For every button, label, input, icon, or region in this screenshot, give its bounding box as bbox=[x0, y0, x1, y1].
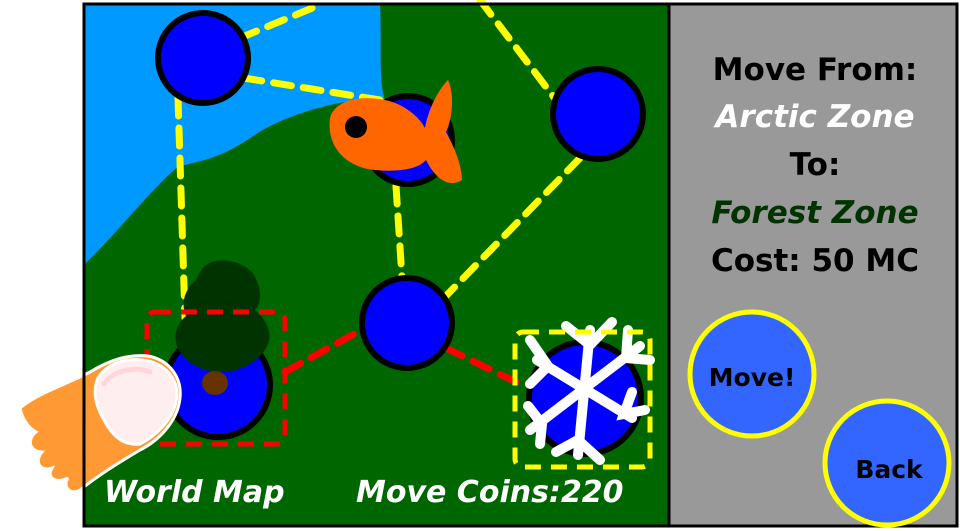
game-screen: World Map Move Coins:220 Move From: Arct… bbox=[18, 0, 959, 528]
origin-zone-name: Arctic Zone bbox=[712, 99, 914, 135]
back-button[interactable]: Back bbox=[822, 398, 952, 528]
move-panel: Move From: Arctic Zone To: Forest Zone C… bbox=[667, 2, 959, 528]
move-coins-readout: Move Coins:220 bbox=[356, 475, 624, 510]
destination-zone-name: Forest Zone bbox=[711, 195, 918, 231]
back-button-label: Back bbox=[855, 455, 924, 484]
zone-node[interactable] bbox=[359, 275, 455, 371]
move-coins-label: Move Coins: bbox=[356, 475, 561, 510]
world-map: World Map Move Coins:220 bbox=[18, 0, 671, 528]
zone-node[interactable] bbox=[550, 66, 646, 162]
move-from-label: Move From: bbox=[713, 52, 918, 88]
move-cost: Cost: 50 MC bbox=[711, 243, 919, 279]
zone-node[interactable] bbox=[155, 10, 251, 106]
move-button[interactable]: Move! bbox=[687, 309, 817, 439]
move-button-label: Move! bbox=[709, 363, 796, 392]
move-coins-value: 220 bbox=[561, 475, 624, 510]
world-map-title: World Map bbox=[104, 475, 285, 510]
move-to-label: To: bbox=[790, 147, 841, 183]
